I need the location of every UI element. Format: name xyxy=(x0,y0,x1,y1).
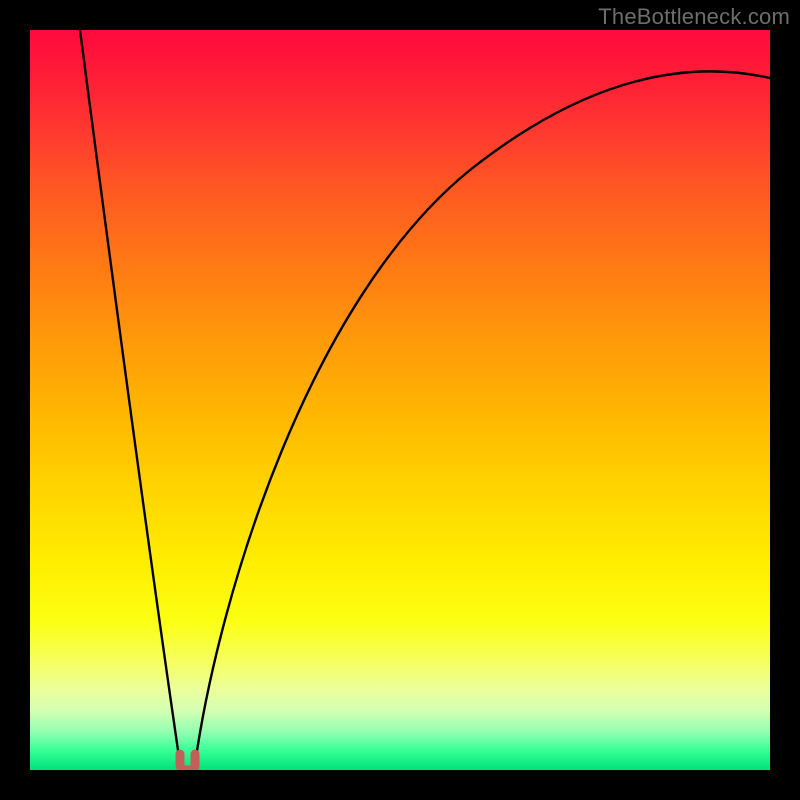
curve-left-branch xyxy=(80,30,180,764)
plot-area xyxy=(30,30,770,770)
bottleneck-curve xyxy=(30,30,770,770)
attribution-text: TheBottleneck.com xyxy=(598,4,790,30)
curve-right-branch xyxy=(195,71,770,764)
minimum-marker xyxy=(180,754,195,770)
